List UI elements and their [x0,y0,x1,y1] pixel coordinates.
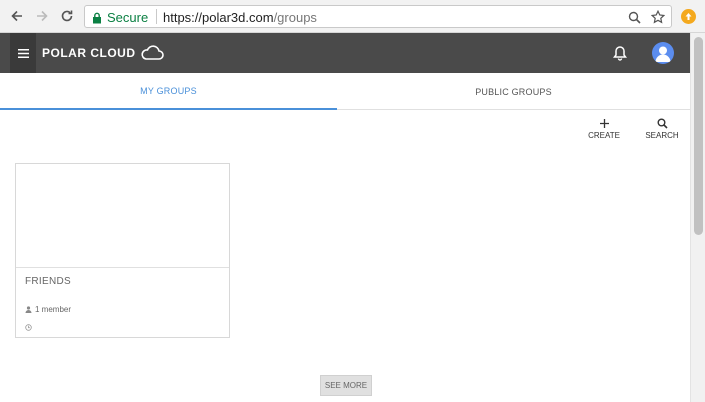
person-icon [25,306,32,313]
page-scrollbar[interactable] [690,33,705,402]
url-path: /groups [273,10,317,25]
search-label: SEARCH [645,131,679,140]
cloud-icon [140,45,164,60]
tab-public-groups[interactable]: PUBLIC GROUPS [337,73,690,110]
zoom-icon[interactable] [626,9,642,25]
search-icon [657,118,668,129]
brand-text: POLAR CLOUD [42,46,136,60]
reload-icon[interactable] [58,7,76,25]
create-label: CREATE [588,131,620,140]
scrollbar-thumb[interactable] [694,37,703,235]
extension-icon[interactable] [681,9,696,24]
browser-toolbar: Secure https://polar3d.com/groups [0,0,705,33]
group-member-count: 1 member [25,305,71,314]
address-separator [156,9,157,24]
url-host: https://polar3d.com [163,10,274,25]
create-button[interactable]: CREATE [584,118,624,146]
groups-tabs: MY GROUPS PUBLIC GROUPS [0,73,690,110]
url-text: https://polar3d.com/groups [163,10,317,25]
user-avatar[interactable] [652,42,674,64]
app-header: POLAR CLOUD [0,33,690,73]
secure-label: Secure [107,10,149,25]
search-button[interactable]: SEARCH [642,118,682,146]
hamburger-icon [17,48,29,58]
bookmark-star-icon[interactable] [650,9,666,25]
forward-icon[interactable] [33,7,51,25]
see-more-button[interactable]: SEE MORE [320,375,372,396]
brand-logo[interactable]: POLAR CLOUD [42,45,164,61]
tab-my-groups[interactable]: MY GROUPS [0,73,337,110]
back-icon[interactable] [8,7,26,25]
lock-icon [92,11,102,29]
group-card[interactable]: FRIENDS 1 member [15,163,230,338]
menu-button[interactable] [10,33,36,73]
group-card-image [16,164,229,268]
group-title: FRIENDS [25,276,71,287]
group-members-text: 1 member [35,305,72,314]
address-bar[interactable]: Secure https://polar3d.com/groups [84,5,672,28]
clock-icon [25,318,32,336]
plus-icon [599,119,609,128]
notifications-bell-icon[interactable] [613,45,629,61]
